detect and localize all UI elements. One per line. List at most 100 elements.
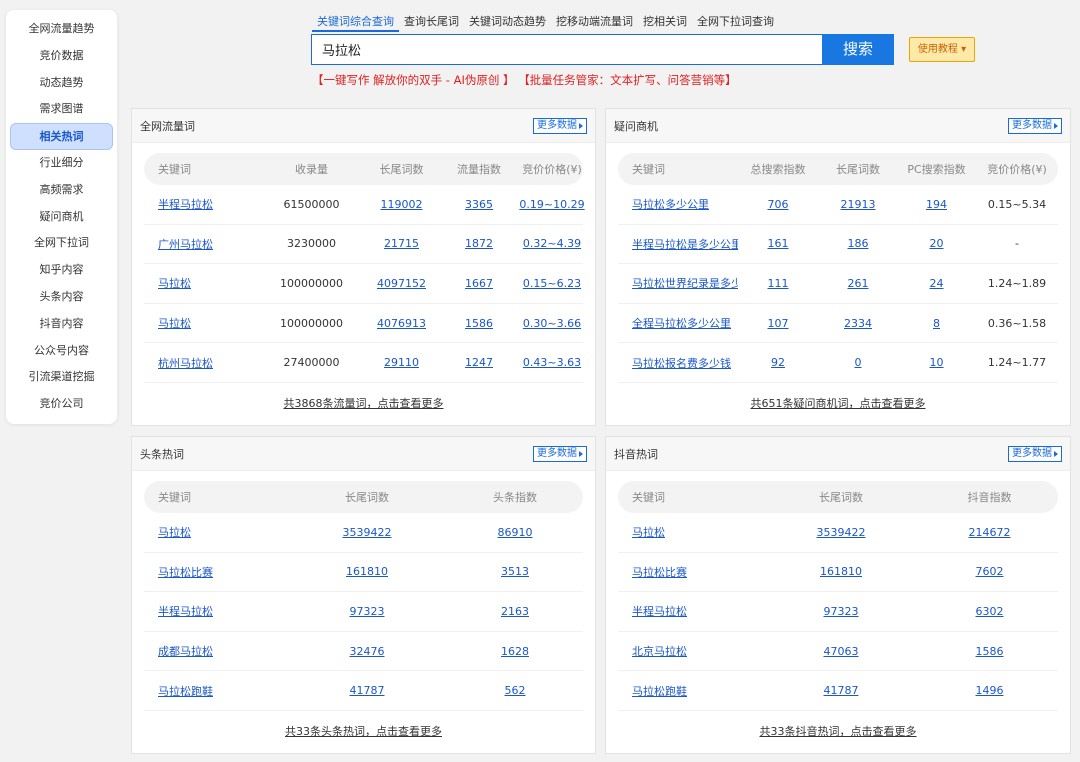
- table-cell[interactable]: 97323: [763, 605, 919, 618]
- sidebar-item[interactable]: 抖音内容: [6, 311, 117, 338]
- table-cell[interactable]: 92: [738, 356, 818, 369]
- keyword-link[interactable]: 半程马拉松: [144, 603, 289, 619]
- table-cell[interactable]: 0.19~10.29: [519, 198, 585, 211]
- sidebar-item[interactable]: 动态趋势: [6, 70, 117, 97]
- keyword-link[interactable]: 广州马拉松: [144, 236, 259, 252]
- table-cell[interactable]: 41787: [763, 684, 919, 697]
- table-cell[interactable]: 1628: [445, 645, 585, 658]
- table-cell[interactable]: 161: [738, 237, 818, 250]
- table-cell[interactable]: 1872: [439, 237, 519, 250]
- sidebar-item[interactable]: 高频需求: [6, 177, 117, 204]
- table-cell[interactable]: 0.32~4.39: [519, 237, 585, 250]
- keyword-link[interactable]: 马拉松报名费多少钱: [618, 355, 738, 371]
- table-cell[interactable]: 3513: [445, 565, 585, 578]
- table-cell[interactable]: 3539422: [763, 526, 919, 539]
- table-cell[interactable]: 261: [818, 277, 898, 290]
- keyword-link[interactable]: 马拉松: [144, 275, 259, 291]
- table-cell[interactable]: 2334: [818, 317, 898, 330]
- table-cell[interactable]: 29110: [364, 356, 439, 369]
- promo-batch-task-link[interactable]: 【批量任务管家：文本扩写、问答营销等】: [518, 73, 737, 87]
- table-cell[interactable]: 562: [445, 684, 585, 697]
- table-cell[interactable]: 1247: [439, 356, 519, 369]
- keyword-link[interactable]: 北京马拉松: [618, 643, 763, 659]
- search-button[interactable]: 搜索: [822, 34, 894, 65]
- table-cell[interactable]: 214672: [919, 526, 1060, 539]
- table-cell[interactable]: 6302: [919, 605, 1060, 618]
- table-cell[interactable]: 1496: [919, 684, 1060, 697]
- sidebar-item[interactable]: 公众号内容: [6, 338, 117, 365]
- sidebar-item[interactable]: 全网下拉词: [6, 230, 117, 257]
- keyword-link[interactable]: 马拉松: [144, 315, 259, 331]
- table-cell[interactable]: 3365: [439, 198, 519, 211]
- keyword-link[interactable]: 全程马拉松多少公里: [618, 315, 738, 331]
- keyword-link[interactable]: 杭州马拉松: [144, 355, 259, 371]
- table-cell[interactable]: 21715: [364, 237, 439, 250]
- keyword-link[interactable]: 马拉松: [618, 524, 763, 540]
- table-cell[interactable]: 1586: [439, 317, 519, 330]
- table-cell[interactable]: 706: [738, 198, 818, 211]
- table-cell[interactable]: 111: [738, 277, 818, 290]
- promo-ai-writing-link[interactable]: 【一键写作 解放你的双手 - AI伪原创 】: [312, 73, 515, 87]
- sidebar-item[interactable]: 相关热词: [10, 123, 113, 150]
- more-data-button[interactable]: 更多数据: [1008, 445, 1062, 462]
- sidebar-item[interactable]: 知乎内容: [6, 257, 117, 284]
- search-tab[interactable]: 关键词动态趋势: [464, 12, 551, 32]
- table-cell[interactable]: 0.30~3.66: [519, 317, 585, 330]
- more-data-button[interactable]: 更多数据: [1008, 117, 1062, 134]
- table-cell[interactable]: 194: [898, 198, 975, 211]
- sidebar-item[interactable]: 需求图谱: [6, 96, 117, 123]
- sidebar-item[interactable]: 引流渠道挖掘: [6, 364, 117, 391]
- table-cell[interactable]: 8: [898, 317, 975, 330]
- table-cell[interactable]: 41787: [289, 684, 445, 697]
- search-tab[interactable]: 全网下拉词查询: [692, 12, 779, 32]
- tutorial-dropdown-button[interactable]: 使用教程 ▾: [909, 37, 975, 62]
- table-cell[interactable]: 161810: [763, 565, 919, 578]
- keyword-link[interactable]: 马拉松跑鞋: [144, 683, 289, 699]
- keyword-link[interactable]: 马拉松比赛: [144, 564, 289, 580]
- table-cell[interactable]: 24: [898, 277, 975, 290]
- table-cell[interactable]: 10: [898, 356, 975, 369]
- table-cell[interactable]: 21913: [818, 198, 898, 211]
- keyword-link[interactable]: 马拉松: [144, 524, 289, 540]
- keyword-link[interactable]: 半程马拉松: [618, 603, 763, 619]
- search-tab[interactable]: 挖移动端流量词: [551, 12, 638, 32]
- table-cell[interactable]: 161810: [289, 565, 445, 578]
- search-input[interactable]: [311, 34, 823, 65]
- table-cell[interactable]: 1667: [439, 277, 519, 290]
- sidebar-item[interactable]: 疑问商机: [6, 204, 117, 231]
- keyword-link[interactable]: 半程马拉松: [144, 196, 259, 212]
- table-cell[interactable]: 20: [898, 237, 975, 250]
- table-cell[interactable]: 47063: [763, 645, 919, 658]
- table-cell[interactable]: 0.43~3.63: [519, 356, 585, 369]
- view-more-link[interactable]: 共33条头条热词，点击查看更多: [132, 723, 595, 739]
- sidebar-item[interactable]: 竞价数据: [6, 43, 117, 70]
- table-cell[interactable]: 186: [818, 237, 898, 250]
- table-cell[interactable]: 3539422: [289, 526, 445, 539]
- table-cell[interactable]: 86910: [445, 526, 585, 539]
- search-tab[interactable]: 查询长尾词: [399, 12, 464, 32]
- view-more-link[interactable]: 共651条疑问商机词，点击查看更多: [606, 395, 1070, 411]
- table-cell[interactable]: 0.15~6.23: [519, 277, 585, 290]
- table-cell[interactable]: 107: [738, 317, 818, 330]
- sidebar-item[interactable]: 头条内容: [6, 284, 117, 311]
- table-cell[interactable]: 2163: [445, 605, 585, 618]
- keyword-link[interactable]: 马拉松多少公里: [618, 196, 738, 212]
- search-tab[interactable]: 关键词综合查询: [312, 12, 399, 32]
- table-cell[interactable]: 7602: [919, 565, 1060, 578]
- search-tab[interactable]: 挖相关词: [638, 12, 692, 32]
- table-cell[interactable]: 119002: [364, 198, 439, 211]
- more-data-button[interactable]: 更多数据: [533, 117, 587, 134]
- keyword-link[interactable]: 马拉松比赛: [618, 564, 763, 580]
- sidebar-item[interactable]: 全网流量趋势: [6, 16, 117, 43]
- sidebar-item[interactable]: 竞价公司: [6, 391, 117, 418]
- keyword-link[interactable]: 成都马拉松: [144, 643, 289, 659]
- more-data-button[interactable]: 更多数据: [533, 445, 587, 462]
- view-more-link[interactable]: 共33条抖音热词，点击查看更多: [606, 723, 1070, 739]
- view-more-link[interactable]: 共3868条流量词，点击查看更多: [132, 395, 595, 411]
- table-cell[interactable]: 4076913: [364, 317, 439, 330]
- keyword-link[interactable]: 半程马拉松是多少公里: [618, 236, 738, 252]
- table-cell[interactable]: 97323: [289, 605, 445, 618]
- table-cell[interactable]: 0: [818, 356, 898, 369]
- table-cell[interactable]: 4097152: [364, 277, 439, 290]
- keyword-link[interactable]: 马拉松世界纪录是多少: [618, 275, 738, 291]
